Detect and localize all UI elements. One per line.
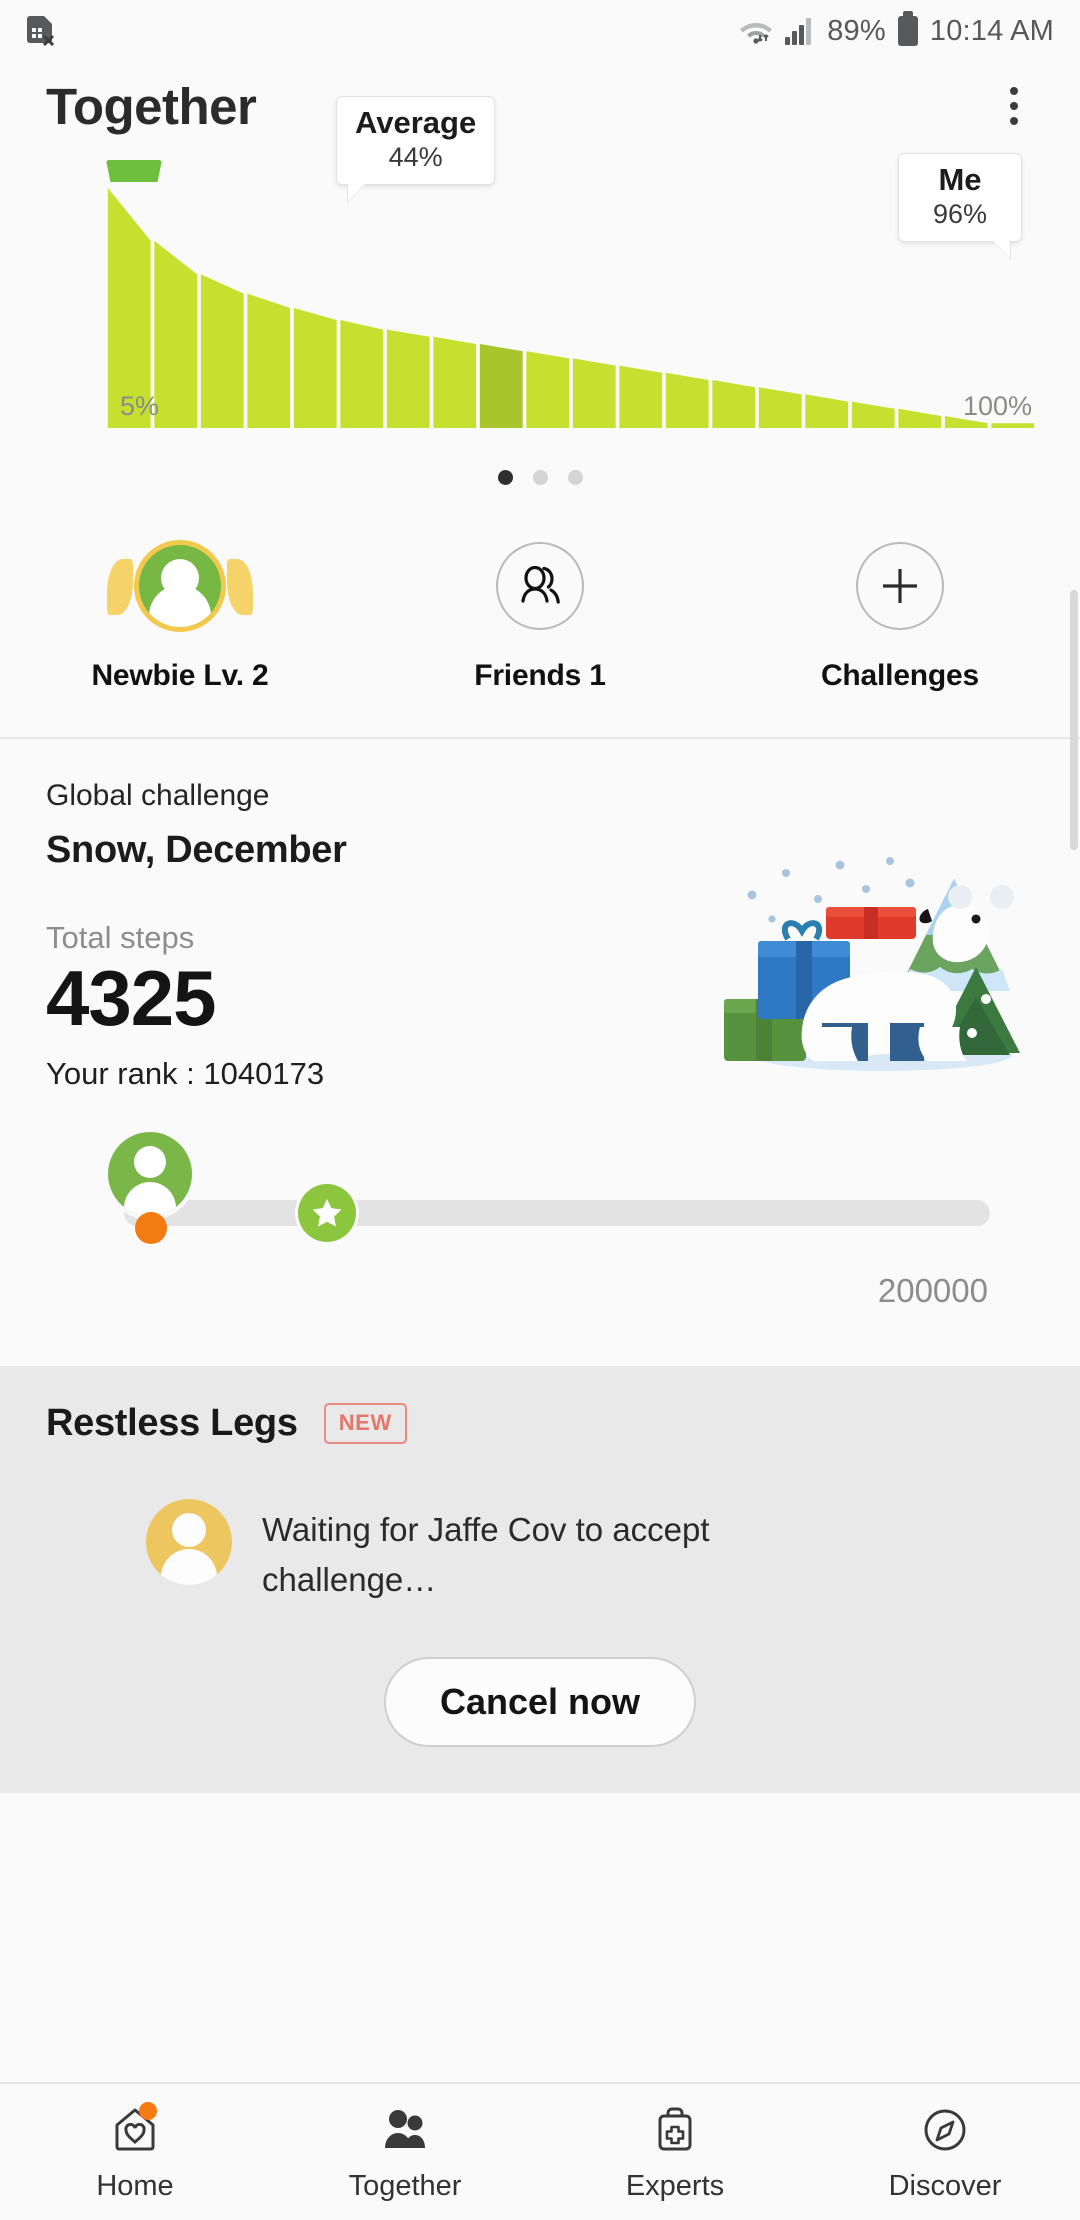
me-tooltip-value: 96% [932,198,988,229]
nav-item-home[interactable]: Home [0,2101,270,2203]
nav-label-together: Together [348,2169,462,2202]
chart-top-marker [106,160,162,182]
polar-bear-winter-illustration [724,857,1020,1071]
friends-item[interactable]: Friends 1 [360,531,720,693]
pager-dot-3[interactable] [567,470,583,485]
medical-bag-icon [647,2102,703,2158]
friend-avatar-icon [146,1498,232,1585]
user-avatar-icon [134,540,226,632]
battery-icon [897,11,918,46]
restless-legs-title: Restless Legs [46,1401,298,1444]
profile-row: Newbie Lv. 2 Friends 1 Challenges [0,531,1080,737]
status-badge: NEW [323,1402,407,1444]
leaderboard-card: 5% 100% Average 44% Me 96% Newbie Lv. 2 [0,96,1080,737]
more-options-icon[interactable] [978,70,1050,142]
global-challenge-kicker: Global challenge [46,779,270,812]
challenge-progress[interactable] [80,1131,990,1250]
status-bar-left [26,14,56,48]
nav-label-home: Home [96,2169,174,2202]
nav-label-discover: Discover [888,2169,1002,2202]
pin-position-dot [135,1211,167,1244]
compass-icon [917,2102,973,2158]
restless-legs-card[interactable]: Restless Legs NEW Waiting for Jaffe Cov … [0,1365,1080,1794]
percentile-bar-chart[interactable]: 5% 100% Average 44% Me 96% [106,96,1036,428]
average-tooltip-value: 44% [388,141,443,172]
pager-dots[interactable] [0,470,1080,485]
me-tooltip: Me 96% [898,153,1022,261]
chart-bars [107,188,1035,428]
restless-legs-actions: Cancel now [46,1657,1034,1748]
waiting-message: Waiting for Jaffe Cov to accept challeng… [262,1510,710,1599]
laurel-right-icon [227,559,253,615]
user-progress-pin[interactable] [108,1131,194,1244]
friends-label: Friends 1 [474,659,606,692]
challenges-label: Challenges [820,659,980,692]
nav-item-together[interactable]: Together [270,2102,540,2203]
friends-icon [496,542,584,630]
average-tooltip: Average 44% [336,96,496,204]
global-challenge-card[interactable]: Global challenge Snow, December Total st… [0,739,1080,1332]
profile-level-label: Newbie Lv. 2 [91,659,269,692]
nav-label-experts: Experts [625,2169,725,2202]
me-tooltip-name: Me [938,162,982,197]
cancel-now-button[interactable]: Cancel now [383,1657,697,1748]
page-title: Together [46,77,257,135]
profile-level-item[interactable]: Newbie Lv. 2 [0,531,360,693]
chart-axis-left-label: 5% [120,391,160,421]
laurel-left-icon [107,559,133,615]
status-bar-right: 89% 10:14 AM [739,11,1054,48]
challenges-item[interactable]: Challenges [720,531,1080,693]
restless-legs-body: Waiting for Jaffe Cov to accept challeng… [46,1498,1034,1605]
sim-card-off-icon [26,14,56,48]
scrollbar[interactable] [1070,590,1078,850]
avatar [105,531,255,641]
challenge-goal-value: 200000 [877,1271,988,1309]
nav-item-discover[interactable]: Discover [810,2102,1080,2203]
milestone-star-icon[interactable] [298,1183,356,1242]
challenges-circle [825,531,975,641]
wifi-icon [739,17,773,45]
pager-dot-1[interactable] [497,470,513,485]
chart-axis-right-label: 100% [962,391,1032,421]
progress-track[interactable] [124,1199,990,1226]
pager-dot-2[interactable] [532,470,548,485]
clock-label: 10:14 AM [929,14,1054,47]
plus-icon [856,542,944,630]
battery-percent-label: 89% [827,14,886,47]
nav-item-experts[interactable]: Experts [540,2102,810,2203]
app-bar: Together [0,62,1080,150]
average-tooltip-name: Average [355,105,477,140]
status-bar: 89% 10:14 AM [0,0,1080,62]
signal-icon [785,17,815,45]
home-notification-badge [139,2101,157,2120]
pin-avatar-icon [108,1131,192,1216]
friends-circle [465,531,615,641]
restless-legs-header: Restless Legs NEW [46,1402,1034,1445]
people-icon [377,2102,433,2158]
bottom-navigation: Home Together Experts Discover [0,2082,1080,2220]
home-heart-icon [107,2101,163,2158]
